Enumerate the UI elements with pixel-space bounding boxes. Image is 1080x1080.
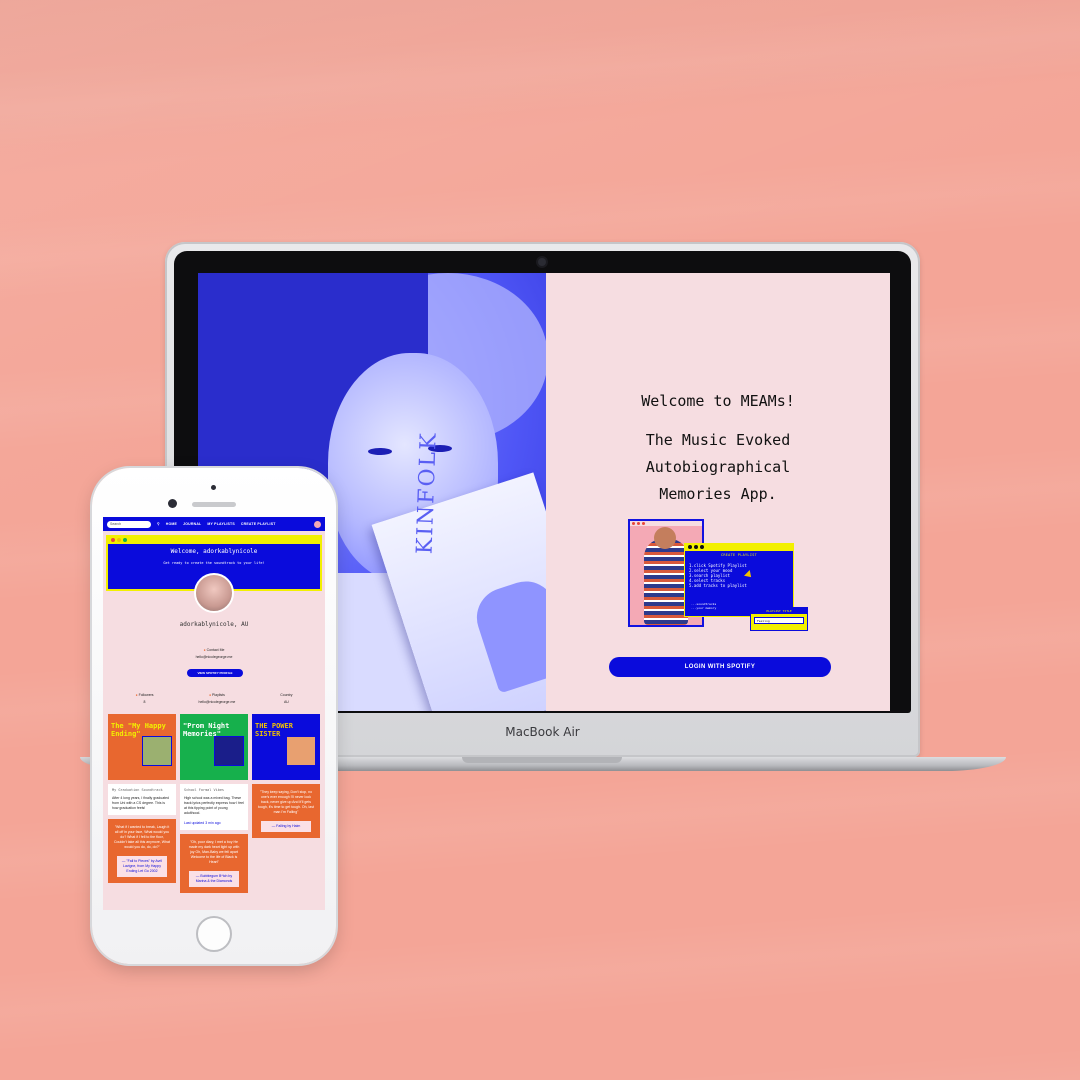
collage-person [644,539,688,625]
search-icon[interactable]: ⚲ [157,522,160,526]
contact-icon: ● [203,648,206,652]
banner-bar [108,537,320,544]
quote-text: "They keep saying, Don't stop, no one's … [258,790,314,814]
stat-label: Playlists [212,693,225,697]
card-text: After 4 long years, I finally graduated … [112,796,170,810]
nav-my-playlists[interactable]: MY PLAYLISTS [207,522,235,526]
card-body: School Formal Vibes High school was a mi… [180,784,248,830]
profile-avatar [194,573,234,613]
contact-label-text: Contact Me [206,648,225,652]
stat-value: hello@nicolegeorge.me [198,700,236,704]
brand-model: Air [563,725,580,739]
window-footer: ...soundtracks ...your memory [691,602,716,610]
window-title: CREATE PLAYLIST [720,553,758,557]
phone-camera [168,499,177,508]
card-thumbnail [142,736,172,766]
book-cover-image [469,573,546,694]
nav-avatar[interactable] [314,520,321,528]
card-caption: School Formal Vibes [184,788,225,792]
app-illustration: CREATE PLAYLIST 1.click Spotify Playlist… [628,519,808,637]
card-column: THE POWER SISTER "They keep saying, Don'… [252,714,320,893]
brand-name: MacBook [505,725,560,739]
small-window-input: Feeling [754,617,804,624]
contact-label: ● Contact Me [103,648,325,652]
photo-eye-left [368,448,392,455]
quote-source-button[interactable]: — Bubblegum B*tch by Marina & the Diamon… [189,871,239,887]
card-column: "Prom Night Memories" School Formal Vibe… [180,714,248,893]
stat-label: Followers [138,693,154,697]
quote-text: "Oh, poor diary, I met a boy He made my … [188,840,240,864]
profile-stats: ● Followers 8 ● Playlists hello@nicolege… [103,692,325,706]
book-title: KINFOLK [412,431,442,555]
footer-line: ...your memory [691,606,717,610]
stat-playlists: ● Playlists hello@nicolegeorge.me [199,692,236,706]
quote-source-button[interactable]: — Falling by Haim [261,821,311,832]
subtitle-line: Autobiographical [645,458,791,476]
login-with-spotify-button[interactable]: LOGIN WITH SPOTIFY [609,657,831,677]
quote-card: "They keep saying, Don't stop, no one's … [252,784,320,838]
collage-photo-bar [630,521,702,526]
subtitle-line: Memories App. [659,485,777,503]
collage-person-head [654,527,676,549]
playlist-card-cover[interactable]: The "My Happy Ending" [108,714,176,780]
nav-home[interactable]: HOME [166,522,177,526]
banner-heading: Welcome, adorkablynicole [170,548,258,555]
phone-speaker [192,502,236,507]
quote-source-button[interactable]: — "Fall to Pieces" by Avril Lavigne, fro… [117,856,167,877]
phone-sensor [211,485,216,490]
followers-icon: ● [135,693,138,697]
card-thumbnail [214,736,244,766]
card-column: The "My Happy Ending" My Graduation Soun… [108,714,176,893]
stat-country: Country AU [280,692,292,706]
stat-value: 8 [143,700,146,704]
profile-username: adorkablynicole, AU [179,621,249,628]
search-input[interactable]: Search [107,520,151,528]
laptop-camera [538,258,546,266]
stat-label: Country [280,693,293,697]
card-body: My Graduation Soundtrack After 4 long ye… [108,784,176,815]
subtitle-line: The Music Evoked [645,431,791,449]
profile-email[interactable]: hello@nicolegeorge.me [103,655,325,659]
welcome-panel: Welcome to MEAMs! The Music Evoked Autob… [546,273,890,711]
welcome-subtitle: The Music Evoked Autobiographical Memori… [546,427,890,508]
view-spotify-profile-button[interactable]: VIEW SPOTIFY PROFILE [187,669,243,677]
playlists-icon: ● [208,693,212,697]
stat-value: AU [283,700,289,704]
banner-subheading: Get ready to create the soundtrack to yo… [163,561,265,565]
phone: Search ⚲ HOME JOURNAL MY PLAYLISTS CREAT… [92,468,336,964]
nav-journal[interactable]: JOURNAL [183,522,201,526]
phone-nav: Search ⚲ HOME JOURNAL MY PLAYLISTS CREAT… [103,517,325,531]
card-caption: My Graduation Soundtrack [112,788,163,792]
nav-create-playlist[interactable]: CREATE PLAYLIST [241,522,276,526]
create-playlist-window: CREATE PLAYLIST 1.click Spotify Playlist… [684,543,794,617]
window-topbar [685,544,793,551]
stat-followers: ● Followers 8 [135,692,153,706]
playlist-card-cover[interactable]: "Prom Night Memories" [180,714,248,780]
laptop-notch [462,757,622,763]
small-window-title: PLAYLIST TITLE [751,608,807,614]
quote-card: "What if I wanted to break, Laugh it all… [108,819,176,883]
phone-screen: Search ⚲ HOME JOURNAL MY PLAYLISTS CREAT… [103,517,325,910]
welcome-title: Welcome to MEAMs! [641,392,795,410]
home-button[interactable] [196,916,232,952]
step-line: 5.add tracks to playlist [689,583,747,588]
quote-text: "What if I wanted to break, Laugh it all… [114,825,170,849]
playlist-title-window: PLAYLIST TITLE Feeling [750,607,808,631]
playlist-card-cover[interactable]: THE POWER SISTER [252,714,320,780]
card-thumbnail [286,736,316,766]
quote-card: "Oh, poor diary, I met a boy He made my … [180,834,248,893]
playlist-cards: The "My Happy Ending" My Graduation Soun… [108,714,320,893]
card-updated: Last updated 3 min ago [184,821,221,825]
card-text: High school was a mixed bag. These track… [184,796,244,815]
